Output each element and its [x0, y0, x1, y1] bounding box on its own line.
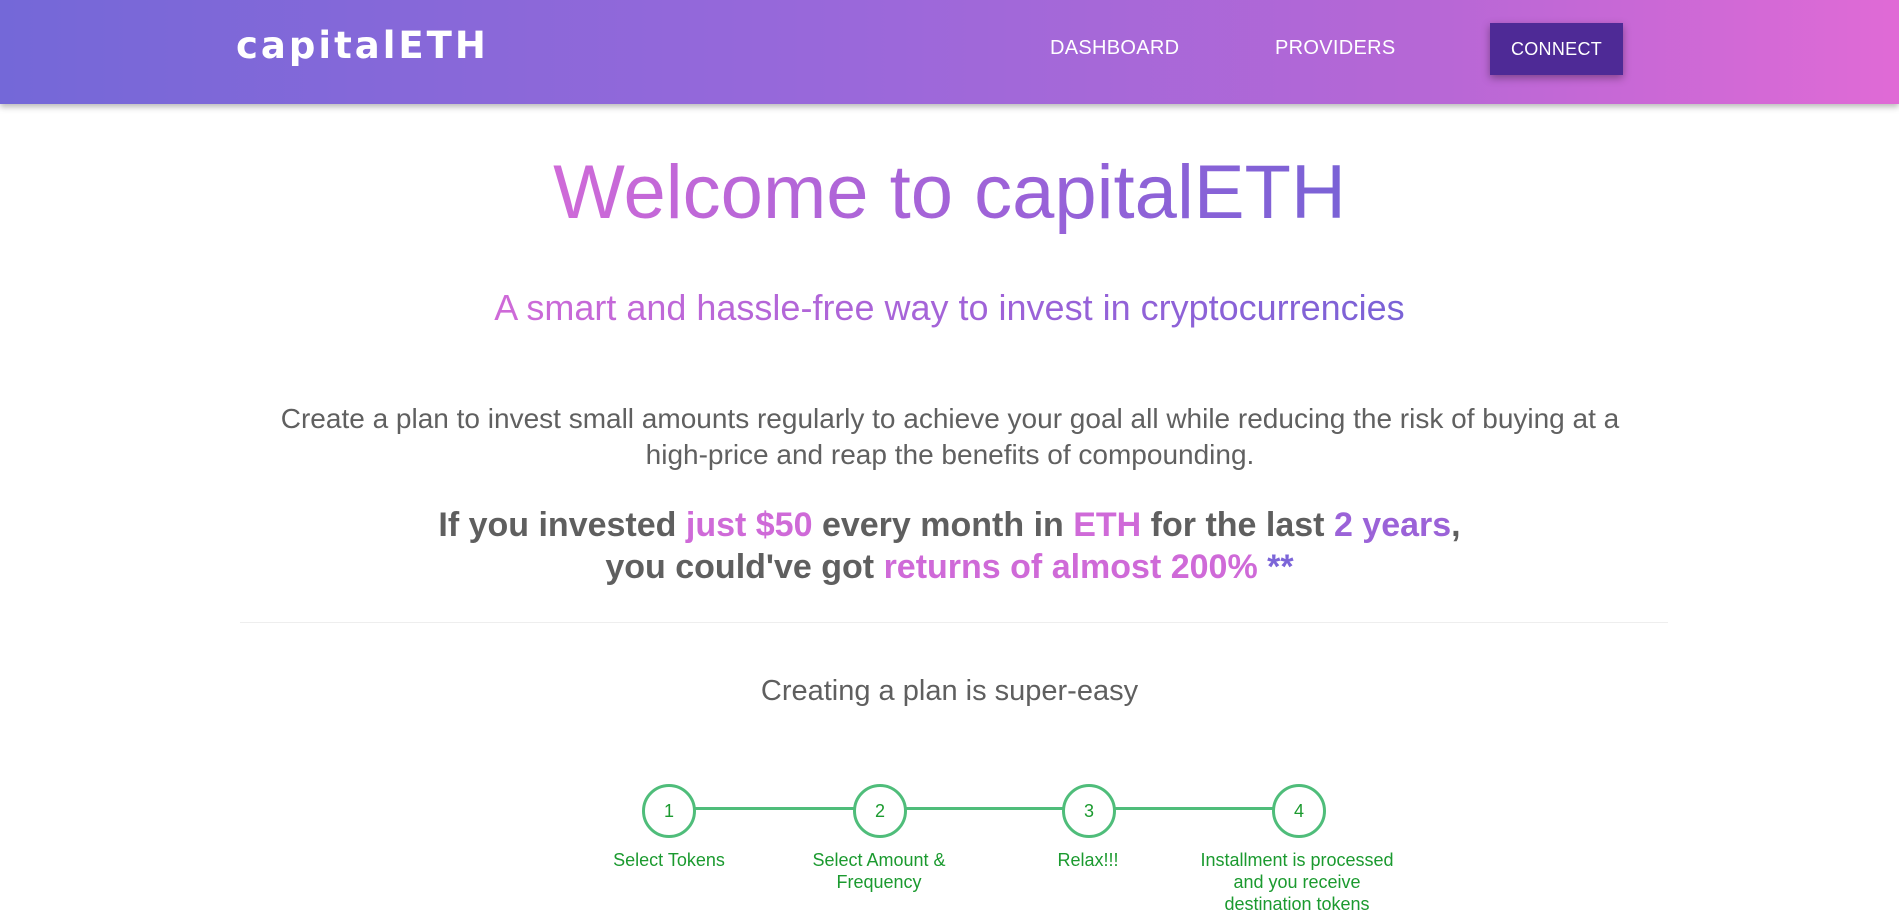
step-2-circle: 2: [853, 784, 907, 838]
step-connector: [668, 807, 857, 810]
step-2-label-text: Select Amount & Frequency: [812, 850, 946, 892]
step-1-circle: 1: [642, 784, 696, 838]
step-2-label: Select Amount & Frequency: [759, 849, 999, 893]
step-connector: [906, 807, 1064, 810]
plan-stepper: 1 2 3 4 Select Tokens Select Amount & Fr…: [0, 0, 1899, 917]
step-3-label: Relax!!!: [1057, 850, 1119, 870]
step-4-label-text: Installment is processed and you receive…: [1200, 850, 1394, 914]
step-1-label: Select Tokens: [613, 850, 725, 870]
step-4-label: Installment is processed and you receive…: [1177, 849, 1417, 915]
step-3-circle: 3: [1062, 784, 1116, 838]
step-4-circle: 4: [1272, 784, 1326, 838]
step-connector: [1114, 807, 1276, 810]
